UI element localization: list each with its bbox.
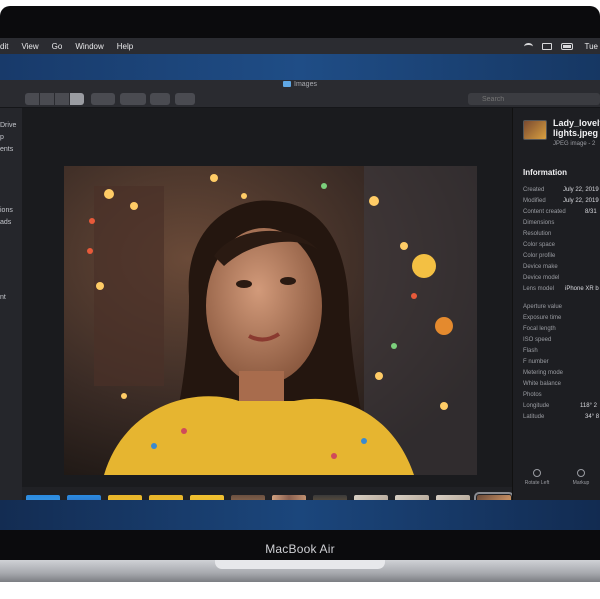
- device-brand-label: MacBook Air: [265, 542, 335, 556]
- sidebar-item-downloads[interactable]: ads: [0, 219, 11, 226]
- info-row: Device make: [523, 264, 558, 270]
- window-titlebar: Images: [0, 80, 600, 90]
- information-heading: Information: [523, 168, 567, 177]
- info-row: Modified July 22, 2019: [523, 198, 599, 204]
- battery-icon[interactable]: [560, 42, 573, 50]
- file-name-line-1: Lady_lovely: [553, 118, 600, 128]
- info-row: Longitude 118° 2: [523, 403, 597, 409]
- action-gear-button[interactable]: [120, 93, 146, 105]
- gallery-viewer: [22, 108, 514, 530]
- screen: dit View Go Window Help Tue Images Searc…: [0, 38, 600, 530]
- inspector-actions: Rotate Left Markup: [513, 456, 600, 486]
- info-row: Device model: [523, 275, 560, 281]
- info-row: Dimensions: [523, 220, 555, 226]
- menu-bar: dit View Go Window Help Tue: [0, 38, 600, 54]
- menu-view[interactable]: View: [21, 42, 38, 51]
- wifi-icon[interactable]: [523, 42, 533, 50]
- info-row: Created July 22, 2019: [523, 187, 599, 193]
- file-name: Lady_lovely lights.jpeg: [553, 118, 600, 138]
- sidebar-item-applications[interactable]: ions: [0, 207, 13, 214]
- folder-icon: [283, 81, 292, 88]
- menu-go[interactable]: Go: [52, 42, 63, 51]
- info-row: Lens model iPhone XR b: [523, 286, 599, 292]
- info-row: Aperture value: [523, 304, 563, 310]
- display-icon[interactable]: [541, 42, 552, 50]
- markup-label: Markup: [572, 480, 590, 486]
- file-kind: JPEG image - 2: [553, 141, 596, 147]
- icon-view-button[interactable]: [25, 93, 39, 105]
- view-mode-control: [25, 93, 84, 105]
- list-view-button[interactable]: [40, 93, 54, 105]
- sidebar-item-documents[interactable]: ents: [0, 146, 13, 153]
- status-area: Tue: [523, 38, 600, 54]
- sidebar: Drive p ents ions ads nt: [0, 108, 22, 500]
- info-row: Latitude 34° 8: [523, 414, 600, 420]
- info-row: Resolution: [523, 231, 552, 237]
- main-photo: [64, 166, 477, 475]
- sidebar-item-drive[interactable]: Drive: [0, 122, 16, 129]
- info-row: Metering mode: [523, 370, 564, 376]
- sidebar-item-apps[interactable]: p: [0, 134, 4, 141]
- column-view-button[interactable]: [55, 93, 69, 105]
- window-title: Images: [294, 81, 317, 88]
- markup-button[interactable]: Markup: [563, 469, 599, 486]
- info-row: White balance: [523, 381, 562, 387]
- group-button[interactable]: [91, 93, 115, 105]
- file-name-line-2: lights.jpeg: [553, 128, 598, 138]
- markup-icon: [577, 469, 585, 477]
- menu-help[interactable]: Help: [117, 42, 133, 51]
- rotate-left-icon: [533, 469, 541, 477]
- info-row: Flash: [523, 348, 538, 354]
- menu-clock[interactable]: Tue: [585, 42, 599, 51]
- menu-window[interactable]: Window: [75, 42, 103, 51]
- info-row: Focal length: [523, 326, 556, 332]
- info-row: ISO speed: [523, 337, 552, 343]
- portrait-photo-illustration: [64, 166, 477, 475]
- inspector-panel: Lady_lovely lights.jpeg JPEG image - 2 I…: [512, 108, 600, 500]
- info-row: Exposure time: [523, 315, 562, 321]
- sidebar-item-other[interactable]: nt: [0, 294, 6, 301]
- info-row: Color space: [523, 242, 556, 248]
- tags-button[interactable]: [175, 93, 195, 105]
- gallery-view-button[interactable]: [70, 93, 84, 105]
- info-row: Photos: [523, 392, 542, 398]
- desktop-wallpaper-bottom: [0, 500, 600, 530]
- menu-edit[interactable]: dit: [0, 42, 8, 51]
- file-thumbnail: [523, 120, 547, 140]
- rotate-left-button[interactable]: Rotate Left: [519, 469, 555, 486]
- toolbar: [0, 90, 600, 108]
- finder-window: Images Drive p ents ions ads nt: [0, 80, 600, 530]
- info-row: Content created 8/31: [523, 209, 597, 215]
- share-button[interactable]: [150, 93, 170, 105]
- rotate-left-label: Rotate Left: [524, 480, 550, 486]
- info-row: Color profile: [523, 253, 556, 259]
- laptop-hinge-notch: [215, 560, 385, 569]
- info-row: F number: [523, 359, 549, 365]
- search-input[interactable]: [468, 93, 600, 105]
